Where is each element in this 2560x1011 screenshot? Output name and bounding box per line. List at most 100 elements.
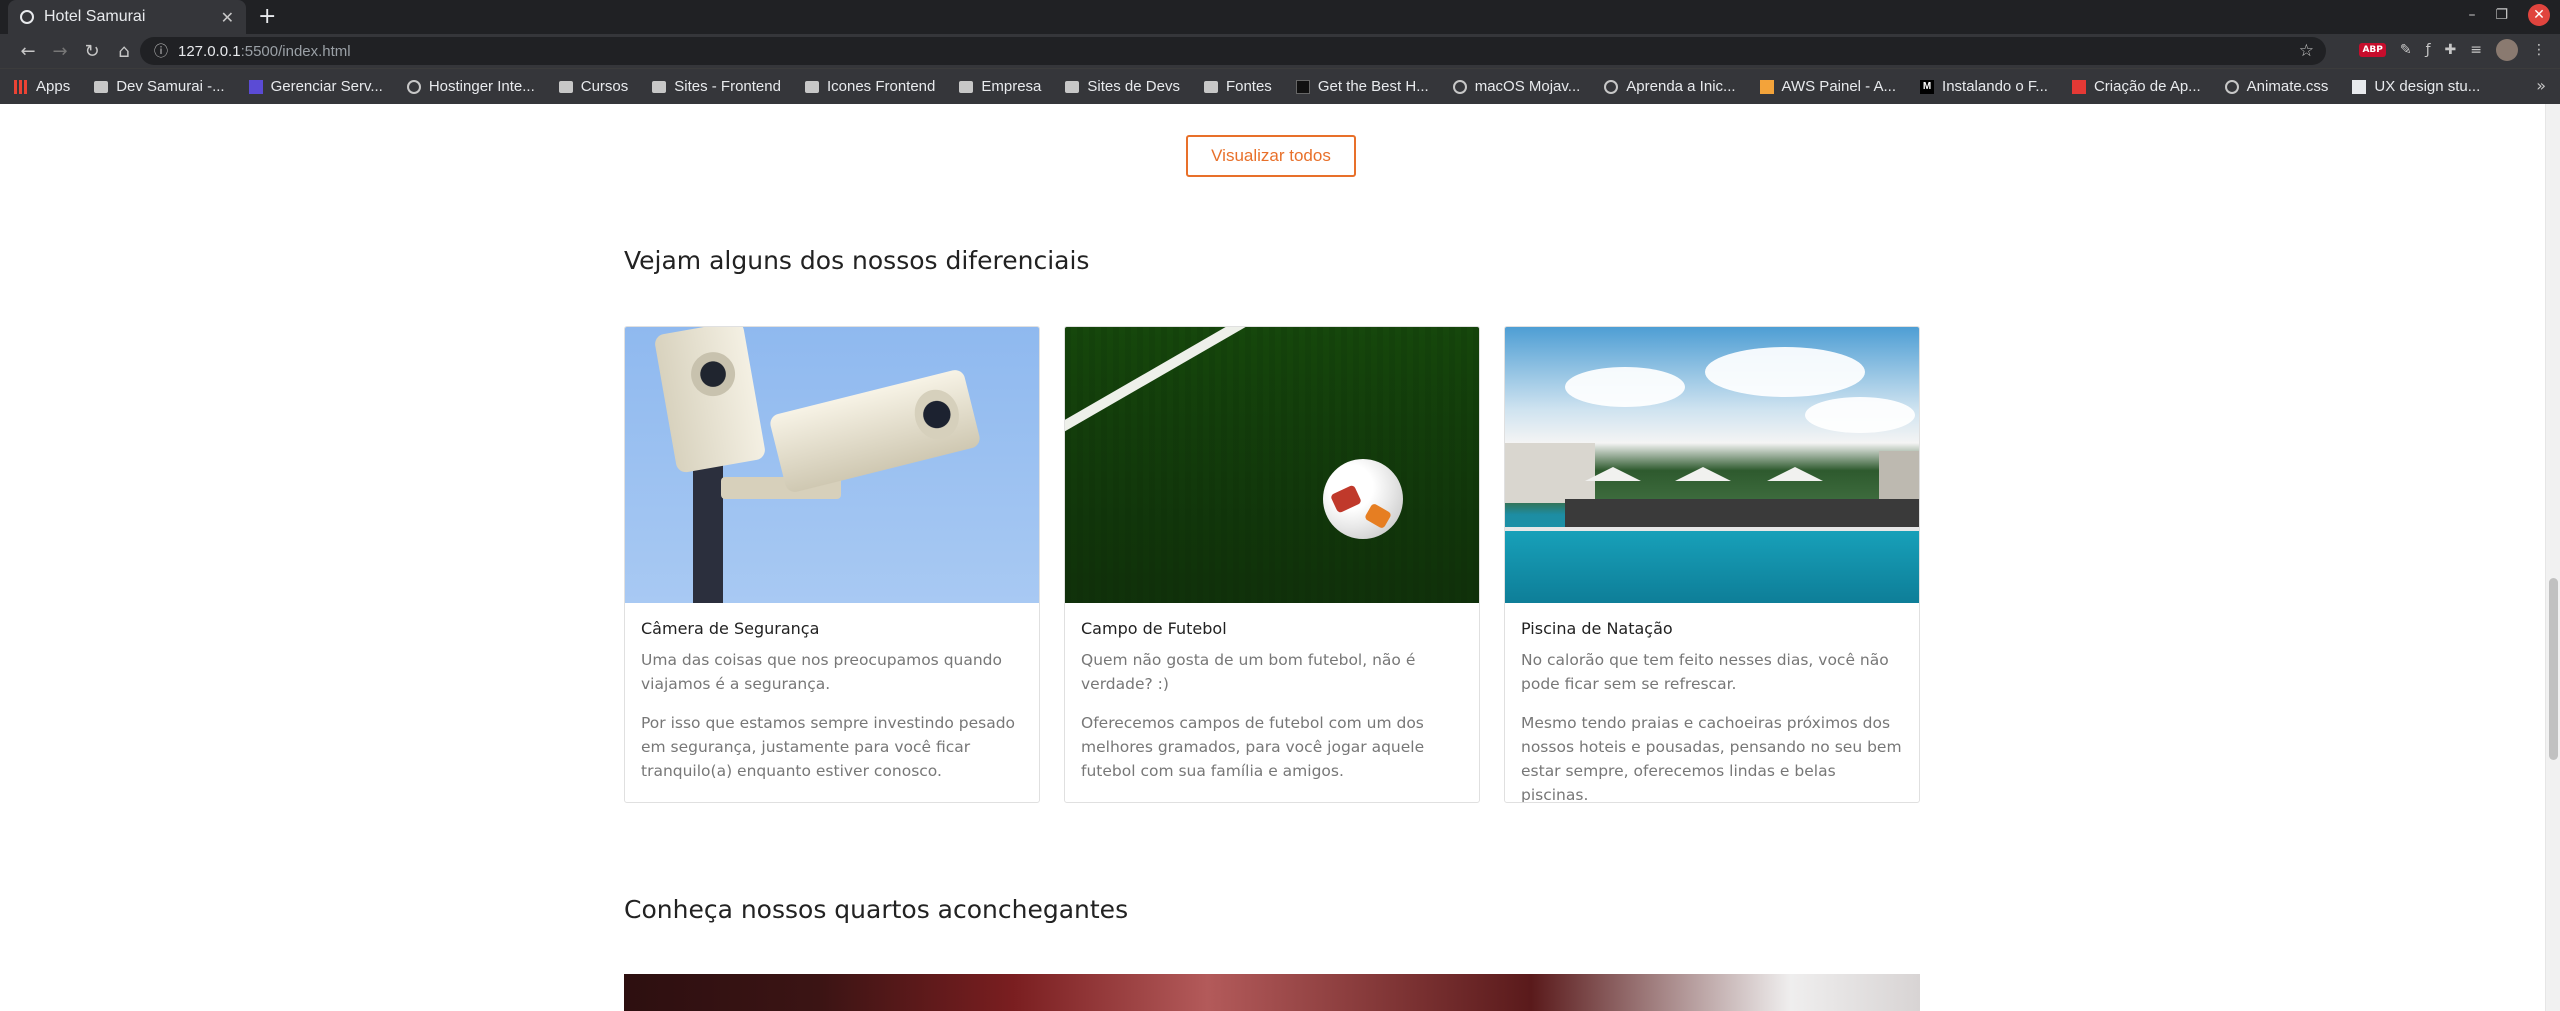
red-icon	[2071, 79, 2086, 94]
bookmark-item[interactable]: macOS Mojav...	[1452, 78, 1581, 95]
bookmark-item[interactable]: Dev Samurai -...	[94, 78, 225, 95]
feature-text: Quem não gosta de um bom futebol, não é …	[1081, 651, 1416, 693]
fonts-extension-icon[interactable]: ƒ	[2426, 42, 2431, 58]
view-all-button[interactable]: Visualizar todos	[1186, 135, 1356, 177]
restore-icon[interactable]: ❐	[2495, 7, 2508, 23]
bookmark-label: Cursos	[580, 78, 629, 95]
bookmark-item[interactable]: Hostinger Inte...	[406, 78, 535, 95]
feature-text: Oferecemos campos de futebol com um dos …	[1081, 714, 1425, 780]
bookmark-item[interactable]: M Instalando o F...	[1920, 78, 2048, 95]
football-field-image	[1065, 327, 1479, 603]
bookmark-label: Aprenda a Inic...	[1626, 78, 1736, 95]
bookmark-item[interactable]: UX design stu...	[2352, 78, 2480, 95]
bookmark-item[interactable]: Sites - Frontend	[652, 78, 781, 95]
security-camera-image	[625, 327, 1039, 603]
folder-icon	[1065, 80, 1080, 93]
room-image	[624, 974, 1920, 1011]
folder-icon	[558, 80, 573, 93]
back-icon[interactable]: ←	[12, 41, 44, 62]
bookmark-label: AWS Painel - A...	[1781, 78, 1897, 95]
window-controls: – ❐ ✕	[2468, 4, 2550, 26]
orange-icon	[1759, 79, 1774, 94]
bookmark-label: Fontes	[1225, 78, 1272, 95]
bookmark-label: Hostinger Inte...	[428, 78, 535, 95]
forward-icon[interactable]: →	[44, 41, 76, 62]
bookmark-item[interactable]: Criação de Ap...	[2071, 78, 2201, 95]
swimming-pool-image	[1505, 327, 1919, 603]
feature-card-pool: Piscina de Natação No calorão que tem fe…	[1504, 326, 1920, 803]
bookmark-label: Gerenciar Serv...	[270, 78, 383, 95]
tab-title: Hotel Samurai	[44, 8, 146, 25]
bookmark-label: Icones Frontend	[826, 78, 936, 95]
bookmark-label: Instalando o F...	[1942, 78, 2048, 95]
bookmark-item[interactable]: Sites de Devs	[1065, 78, 1180, 95]
sq-icon	[248, 79, 263, 94]
address-bar[interactable]: ⓘ 127.0.0.1 :5500/index.html ☆	[140, 37, 2326, 65]
new-tab-icon[interactable]: +	[258, 4, 276, 30]
bookmark-label: Apps	[36, 78, 71, 95]
rooms-title: Conheça nossos quartos aconchegantes	[624, 895, 1129, 924]
folder-icon	[652, 80, 667, 93]
pen-extension-icon[interactable]: ✎	[2400, 42, 2412, 58]
folder-icon	[1203, 80, 1218, 93]
bookmark-item[interactable]: Cursos	[558, 78, 629, 95]
info-icon[interactable]: ⓘ	[154, 41, 168, 61]
tab-strip: Hotel Samurai ✕ + – ❐ ✕	[0, 0, 2560, 34]
bookmark-label: macOS Mojav...	[1474, 78, 1581, 95]
bookmark-item[interactable]: AWS Painel - A...	[1759, 78, 1897, 95]
bookmark-label: UX design stu...	[2374, 78, 2481, 95]
bookmark-item[interactable]: Fontes	[1203, 78, 1272, 95]
bookmark-item[interactable]: Gerenciar Serv...	[248, 78, 383, 95]
bookmark-item[interactable]: Icones Frontend	[804, 78, 936, 95]
close-window-icon[interactable]: ✕	[2528, 4, 2550, 26]
folder-icon	[804, 80, 819, 93]
bookmark-label: Criação de Ap...	[2093, 78, 2201, 95]
feature-card-camera: Câmera de Segurança Uma das coisas que n…	[624, 326, 1040, 803]
globe-icon	[1604, 79, 1619, 94]
tab-hotel-samurai[interactable]: Hotel Samurai ✕	[8, 0, 246, 34]
url-host: 127.0.0.1	[178, 42, 241, 60]
close-tab-icon[interactable]: ✕	[221, 8, 234, 27]
folder-icon	[959, 80, 974, 93]
apps-icon	[14, 79, 28, 94]
reading-list-icon[interactable]: ≡	[2470, 42, 2482, 58]
feature-text: Por isso que estamos sempre investindo p…	[641, 714, 1016, 780]
home-icon[interactable]: ⌂	[108, 41, 140, 62]
globe-icon	[1452, 79, 1467, 94]
feature-card-football: Campo de Futebol Quem não gosta de um bo…	[1064, 326, 1480, 803]
feature-text: Mesmo tendo praias e cachoeiras próximos…	[1521, 714, 1902, 803]
menu-icon[interactable]: ⋮	[2532, 42, 2546, 58]
adblock-icon[interactable]: ABP	[2359, 43, 2386, 57]
url-path: :5500/index.html	[240, 42, 351, 60]
minimize-icon[interactable]: –	[2468, 7, 2475, 23]
bookmark-label: Get the Best H...	[1317, 78, 1429, 95]
globe-icon	[20, 10, 34, 24]
features-title: Vejam alguns dos nossos diferenciais	[624, 246, 1090, 275]
feature-text: No calorão que tem feito nesses dias, vo…	[1521, 651, 1889, 693]
bookmark-item[interactable]: Aprenda a Inic...	[1604, 78, 1736, 95]
bookmark-item[interactable]: Empresa	[959, 78, 1041, 95]
toolbar: ← → ↻ ⌂ ⓘ 127.0.0.1 :5500/index.html ☆ A…	[0, 34, 2560, 68]
bookmark-label: Dev Samurai -...	[116, 78, 225, 95]
bookmark-star-icon[interactable]: ☆	[2299, 41, 2314, 61]
bookmark-label: Sites - Frontend	[674, 78, 781, 95]
bookmark-label: Empresa	[981, 78, 1042, 95]
bookmark-item[interactable]: Animate.css	[2224, 78, 2328, 95]
browser-chrome: Hotel Samurai ✕ + – ❐ ✕ ← → ↻ ⌂ ⓘ 127.0.…	[0, 0, 2560, 104]
extensions-area: ABP ✎ ƒ ✚ ≡ ⋮	[2359, 39, 2546, 61]
puzzle-icon[interactable]: ✚	[2445, 42, 2457, 58]
mblk-icon: M	[1920, 79, 1935, 94]
folder-icon	[94, 80, 109, 93]
feature-title: Piscina de Natação	[1521, 619, 1673, 638]
page-scrollbar[interactable]	[2545, 104, 2560, 1011]
more-bookmarks-icon[interactable]: »	[2536, 76, 2546, 95]
bookmark-item[interactable]: Apps	[14, 78, 70, 95]
white-icon	[2352, 79, 2367, 94]
bookmark-item[interactable]: Get the Best H...	[1295, 78, 1429, 95]
black-icon	[1295, 79, 1310, 94]
globe-icon	[2224, 79, 2239, 94]
profile-avatar[interactable]	[2496, 39, 2518, 61]
feature-title: Campo de Futebol	[1081, 619, 1227, 638]
reload-icon[interactable]: ↻	[76, 41, 108, 62]
scrollbar-thumb[interactable]	[2549, 578, 2558, 760]
